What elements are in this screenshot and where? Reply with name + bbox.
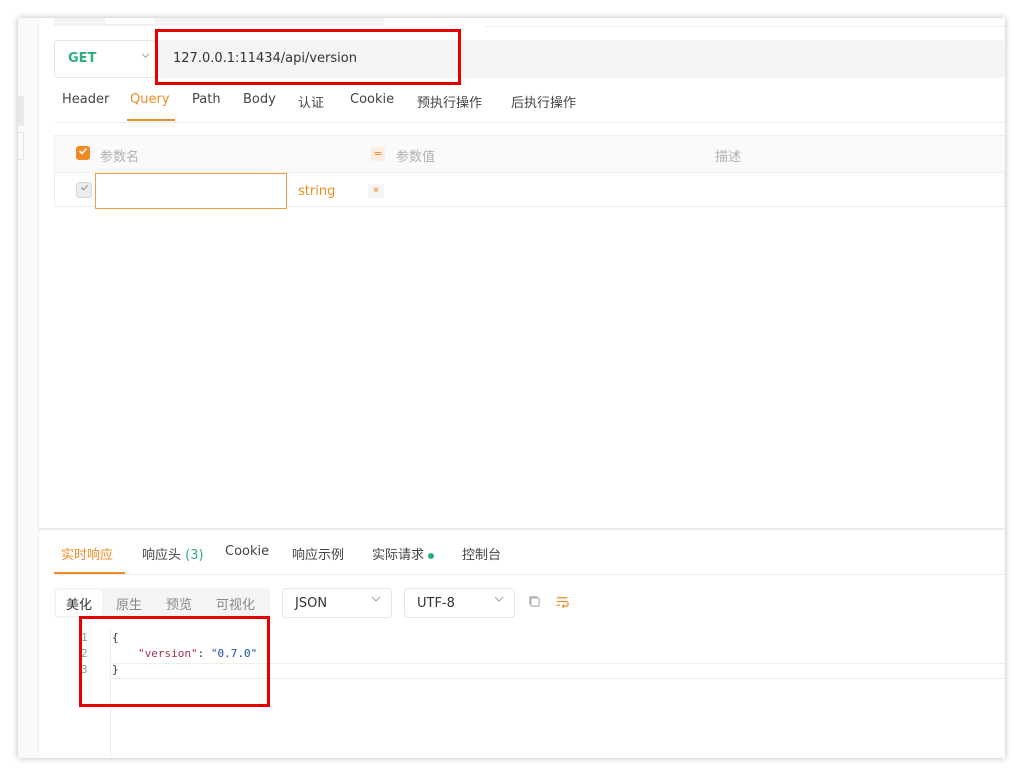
col-description: 描述 <box>715 150 742 165</box>
format-toggle-group: 美化 原生 预览 可视化 <box>54 588 270 618</box>
top-divider <box>484 18 1005 27</box>
check-icon <box>78 147 88 155</box>
request-tabs: Header Query Path Body 认证 Cookie 预执行操作 后… <box>54 82 1005 123</box>
param-name-input[interactable] <box>95 173 287 209</box>
response-headers-label: 响应头 <box>142 548 182 563</box>
tab-response-cookie[interactable]: Cookie <box>225 544 269 559</box>
equals-icon: = <box>371 147 385 161</box>
chevron-down-icon <box>141 50 150 63</box>
content-type-select[interactable]: JSON <box>282 588 392 618</box>
tab-realtime-response[interactable]: 实时响应 <box>61 544 113 563</box>
col-param-value: 参数值 <box>396 150 436 165</box>
content-type-value: JSON <box>295 596 328 611</box>
encoding-value: UTF-8 <box>417 596 455 611</box>
required-toggle[interactable]: * <box>368 184 384 199</box>
rail-collapse-button[interactable] <box>18 132 24 160</box>
tab-post-script[interactable]: 后执行操作 <box>511 92 576 111</box>
tab-cookie[interactable]: Cookie <box>350 92 394 107</box>
active-tab-indicator <box>127 119 175 121</box>
top-tab[interactable] <box>104 18 156 25</box>
annotation-box-response <box>79 616 270 707</box>
select-all-checkbox[interactable] <box>76 146 90 160</box>
headers-count: (3) <box>185 548 204 563</box>
tab-response-example[interactable]: 响应示例 <box>292 544 344 563</box>
method-label: GET <box>68 51 97 66</box>
tab-query[interactable]: Query <box>130 92 170 107</box>
tab-console[interactable]: 控制台 <box>462 544 501 563</box>
tab-response-headers[interactable]: 响应头 (3) <box>142 544 204 563</box>
format-visualize[interactable]: 可视化 <box>216 594 255 613</box>
tab-actual-request[interactable]: 实际请求 <box>372 544 435 563</box>
tab-header[interactable]: Header <box>62 92 109 107</box>
wrap-icon[interactable] <box>555 594 571 610</box>
table-header: 参数名 = 参数值 描述 <box>55 136 1005 173</box>
panel-splitter[interactable] <box>38 528 1005 530</box>
actual-request-label: 实际请求 <box>372 548 425 563</box>
rail-handle[interactable] <box>18 96 24 126</box>
copy-icon[interactable] <box>527 594 543 610</box>
row-checkbox[interactable] <box>76 182 92 198</box>
chevron-down-icon <box>371 594 381 607</box>
format-raw[interactable]: 原生 <box>116 594 142 613</box>
tab-pre-script[interactable]: 预执行操作 <box>417 92 482 111</box>
annotation-box-url <box>155 29 461 85</box>
tab-body[interactable]: Body <box>243 92 276 107</box>
active-response-tab-indicator <box>54 572 125 574</box>
status-dot-icon <box>428 552 435 559</box>
format-preview[interactable]: 预览 <box>166 594 192 613</box>
query-params-table: 参数名 = 参数值 描述 string * <box>54 135 1005 209</box>
method-select[interactable]: GET <box>54 40 156 78</box>
left-rail <box>18 18 39 758</box>
encoding-select[interactable]: UTF-8 <box>404 588 515 618</box>
tab-path[interactable]: Path <box>192 92 221 107</box>
col-param-name: 参数名 <box>100 150 140 165</box>
chevron-down-icon <box>494 594 504 607</box>
response-tabs: 实时响应 响应头 (3) Cookie 响应示例 实际请求 控制台 <box>54 534 1005 575</box>
tab-auth[interactable]: 认证 <box>298 92 324 111</box>
param-type-select[interactable]: string <box>298 184 335 199</box>
format-pretty[interactable]: 美化 <box>66 594 92 613</box>
